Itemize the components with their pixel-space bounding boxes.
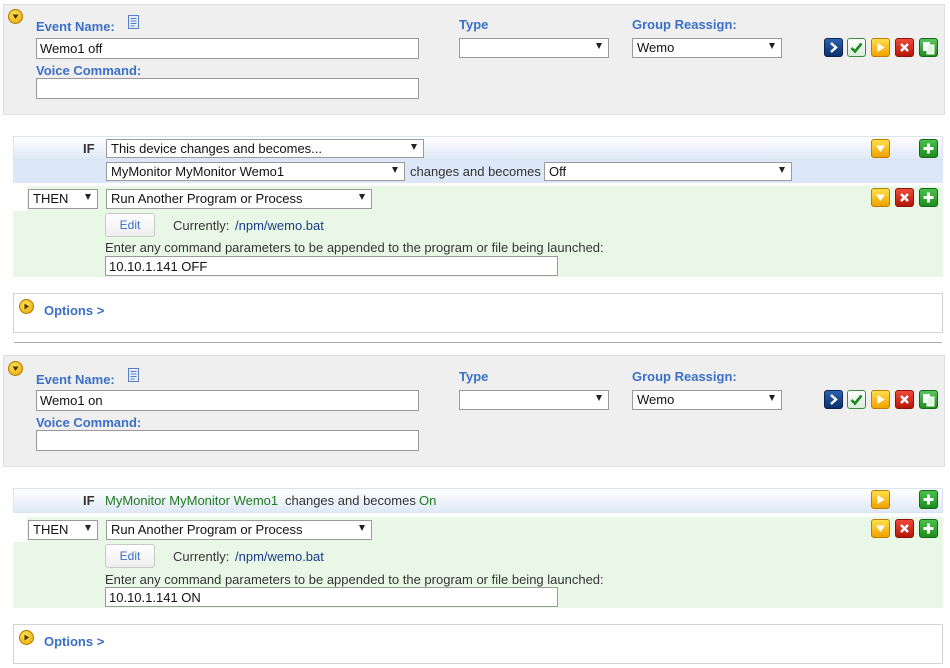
add-condition-button[interactable]: [919, 139, 938, 158]
currently-path: /npm/wemo.bat: [235, 549, 324, 564]
collapse-event-icon[interactable]: [8, 9, 23, 24]
options-expand-icon[interactable]: [19, 630, 34, 645]
then-select[interactable]: THEN: [28, 189, 98, 209]
test-event-button[interactable]: [871, 38, 890, 57]
state-select[interactable]: Off: [544, 162, 792, 181]
save-event-button[interactable]: [847, 38, 866, 57]
currently-label: Currently:: [173, 549, 230, 564]
action-select[interactable]: Run Another Program or Process: [106, 520, 372, 540]
device-select[interactable]: MyMonitor MyMonitor Wemo1: [106, 162, 405, 181]
add-action-button[interactable]: [919, 519, 938, 538]
add-action-button[interactable]: [919, 188, 938, 207]
event-name-label: Event Name:: [36, 372, 115, 387]
params-input[interactable]: 10.10.1.141 OFF: [105, 256, 558, 276]
copy-event-button[interactable]: [919, 38, 938, 57]
voice-command-input[interactable]: [36, 430, 419, 451]
options-link[interactable]: Options >: [44, 634, 104, 649]
type-select[interactable]: [459, 38, 609, 58]
group-reassign-select[interactable]: Wemo: [632, 38, 782, 58]
event-name-input[interactable]: Wemo1 off: [36, 38, 419, 59]
group-reassign-label: Group Reassign:: [632, 17, 737, 32]
type-label: Type: [459, 17, 489, 32]
expand-condition-button[interactable]: [871, 490, 890, 509]
group-reassign-label: Group Reassign:: [632, 369, 737, 384]
copy-event-button[interactable]: [919, 390, 938, 409]
edit-button[interactable]: Edit: [105, 544, 155, 568]
event-name-label: Event Name:: [36, 19, 115, 34]
options-link[interactable]: Options >: [44, 303, 104, 318]
script-document-icon[interactable]: [126, 14, 142, 30]
action-select[interactable]: Run Another Program or Process: [106, 189, 372, 209]
save-event-button[interactable]: [847, 390, 866, 409]
event-separator: [14, 342, 942, 343]
if-label: IF: [83, 493, 95, 508]
run-event-button[interactable]: [824, 390, 843, 409]
action-menu-button[interactable]: [871, 519, 890, 538]
if-label: IF: [83, 141, 95, 156]
then-select[interactable]: THEN: [28, 520, 98, 540]
action-menu-button[interactable]: [871, 188, 890, 207]
voice-command-label: Voice Command:: [36, 415, 142, 430]
options-panel: [13, 624, 943, 664]
params-input[interactable]: 10.10.1.141 ON: [105, 587, 558, 607]
if-changes-text: changes and becomes: [285, 493, 416, 508]
type-label: Type: [459, 369, 489, 384]
add-condition-button[interactable]: [919, 490, 938, 509]
collapse-event-icon[interactable]: [8, 361, 23, 376]
delete-event-button[interactable]: [895, 38, 914, 57]
test-event-button[interactable]: [871, 390, 890, 409]
delete-action-button[interactable]: [895, 188, 914, 207]
currently-label: Currently:: [173, 218, 230, 233]
edit-button[interactable]: Edit: [105, 213, 155, 237]
currently-path: /npm/wemo.bat: [235, 218, 324, 233]
condition-menu-button[interactable]: [871, 139, 890, 158]
params-label: Enter any command parameters to be appen…: [105, 572, 604, 587]
delete-action-button[interactable]: [895, 519, 914, 538]
type-select[interactable]: [459, 390, 609, 410]
if-device-link[interactable]: MyMonitor MyMonitor Wemo1: [105, 493, 278, 508]
run-event-button[interactable]: [824, 38, 843, 57]
changes-and-becomes-text: changes and becomes: [410, 164, 541, 179]
group-reassign-select[interactable]: Wemo: [632, 390, 782, 410]
script-document-icon[interactable]: [126, 367, 142, 383]
delete-event-button[interactable]: [895, 390, 914, 409]
options-expand-icon[interactable]: [19, 299, 34, 314]
trigger-select[interactable]: This device changes and becomes...: [106, 139, 424, 158]
voice-command-label: Voice Command:: [36, 63, 142, 78]
params-label: Enter any command parameters to be appen…: [105, 240, 604, 255]
event-name-input[interactable]: Wemo1 on: [36, 390, 419, 411]
options-panel: [13, 293, 943, 333]
if-state-link[interactable]: On: [419, 493, 436, 508]
voice-command-input[interactable]: [36, 78, 419, 99]
